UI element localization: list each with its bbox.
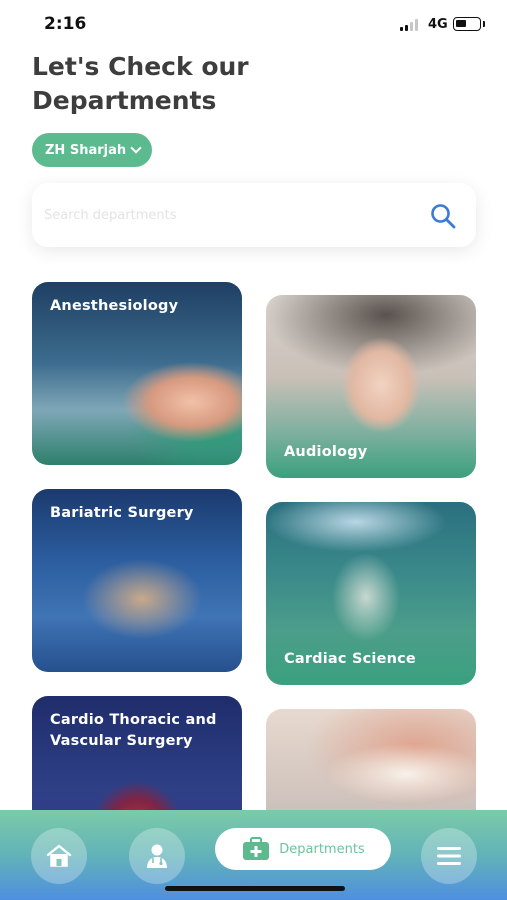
- status-time: 2:16: [44, 14, 87, 34]
- signal-icon: [400, 19, 418, 31]
- network-type: 4G: [428, 17, 448, 32]
- department-card-label: Bariatric Surgery: [50, 505, 194, 521]
- first-aid-kit-icon: [243, 837, 270, 860]
- department-card-label: Anesthesiology: [50, 298, 179, 314]
- department-card-label: Cardio Thoracic and Vascular Surgery: [50, 712, 217, 749]
- chevron-down-icon: [130, 142, 142, 154]
- department-card-label: Cardiac Science: [284, 651, 416, 667]
- nav-home-button[interactable]: [31, 828, 87, 884]
- department-card-bariatric-surgery[interactable]: Bariatric Surgery: [32, 489, 242, 672]
- search-bar: [32, 183, 476, 247]
- search-input[interactable]: [44, 197, 414, 233]
- menu-icon: [437, 847, 461, 865]
- home-indicator[interactable]: [165, 886, 345, 891]
- department-card-audiology[interactable]: Audiology: [266, 295, 476, 478]
- department-card-label: Audiology: [284, 444, 368, 460]
- doctor-icon: [147, 844, 167, 868]
- battery-icon: [453, 17, 481, 31]
- nav-menu-button[interactable]: [421, 828, 477, 884]
- branch-selector[interactable]: ZH Sharjah: [32, 133, 153, 167]
- department-card-cardiac-science[interactable]: Cardiac Science: [266, 502, 476, 685]
- page-title: Let's Check our Departments: [32, 52, 249, 115]
- department-card-anesthesiology[interactable]: Anesthesiology: [32, 282, 242, 465]
- nav-departments-label: Departments: [279, 841, 365, 857]
- branch-label: ZH Sharjah: [45, 142, 127, 158]
- status-bar: 2:16 4G: [0, 0, 507, 50]
- nav-doctors-button[interactable]: [129, 828, 185, 884]
- nav-departments-tab[interactable]: Departments: [215, 828, 391, 870]
- home-icon: [46, 844, 72, 867]
- search-icon[interactable]: [428, 201, 458, 231]
